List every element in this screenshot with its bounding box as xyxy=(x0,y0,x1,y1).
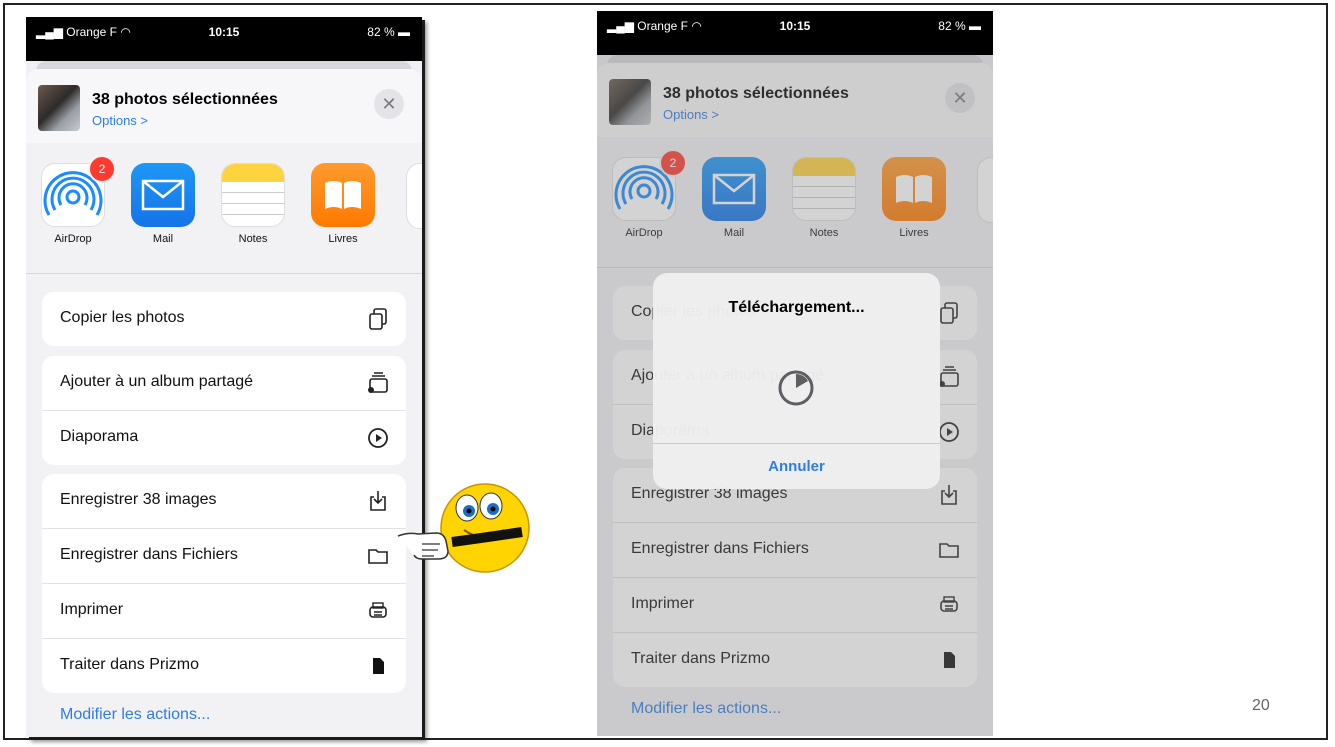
printer-icon xyxy=(369,602,387,618)
action-label: Enregistrer 38 images xyxy=(60,491,217,508)
folder-icon xyxy=(368,549,388,564)
download-alert: Téléchargement... Annuler xyxy=(653,273,940,489)
notes-icon xyxy=(221,163,285,227)
print-action[interactable]: Imprimer xyxy=(42,584,406,639)
action-group-2: Ajouter à un album partagé Diaporama xyxy=(42,356,406,465)
app-label: Livres xyxy=(328,233,358,245)
phone-screenshot-downloading: ▂▄▆ Orange F ◠ 10:15 82 % ▬ 38 photos sé… xyxy=(597,11,993,736)
status-bar: ▂▄▆ Orange F ◠ 10:15 82 % ▬ xyxy=(597,11,993,55)
more-app-partial[interactable] xyxy=(406,163,422,229)
slideshow-action[interactable]: Diaporama xyxy=(42,411,406,465)
status-time: 10:15 xyxy=(208,25,240,39)
slide-page-number: 20 xyxy=(1252,697,1270,714)
alert-title: Téléchargement... xyxy=(728,299,865,316)
pointing-smiley-icon xyxy=(397,483,530,573)
app-label: AirDrop xyxy=(54,233,92,245)
photo-thumbnail xyxy=(38,85,80,131)
save-icon xyxy=(370,491,386,511)
action-label: Copier les photos xyxy=(60,309,185,326)
app-mail[interactable]: Mail xyxy=(130,163,196,245)
books-icon xyxy=(311,163,375,227)
app-label: Notes xyxy=(238,233,268,245)
battery-label: 82 % ▬ xyxy=(938,19,981,33)
play-icon xyxy=(368,428,388,448)
app-airdrop[interactable]: 2 AirDrop xyxy=(40,155,116,245)
progress-pie-icon xyxy=(778,370,814,406)
share-sheet: 38 photos sélectionnées Options > ✕ 2 Ai… xyxy=(26,69,422,737)
app-label: Mail xyxy=(152,233,174,245)
copy-photos-action[interactable]: Copier les photos xyxy=(42,292,406,346)
share-sheet-header: 38 photos sélectionnées Options > ✕ xyxy=(26,69,422,144)
save-to-files-action[interactable]: Enregistrer dans Fichiers xyxy=(42,529,406,584)
phone-screenshot-share-sheet: ▂▄▆ Orange F ◠ 10:15 82 % ▬ 38 photos sé… xyxy=(26,17,422,737)
alert-divider xyxy=(653,443,940,444)
document-icon xyxy=(373,658,384,674)
add-shared-album-action[interactable]: Ajouter à un album partagé xyxy=(42,356,406,411)
app-books[interactable]: Livres xyxy=(310,163,376,245)
copy-icon xyxy=(369,308,387,330)
shared-album-icon xyxy=(368,372,388,393)
action-group-3: Enregistrer 38 images Enregistrer dans F… xyxy=(42,474,406,693)
action-label: Ajouter à un album partagé xyxy=(60,373,254,390)
close-icon[interactable]: ✕ xyxy=(374,89,404,119)
battery-label: 82 % ▬ xyxy=(367,25,410,39)
app-notes[interactable]: Notes xyxy=(220,163,286,245)
sheet-title: 38 photos sélectionnées xyxy=(92,91,278,108)
action-label: Diaporama xyxy=(60,428,139,445)
action-label: Enregistrer dans Fichiers xyxy=(60,546,238,563)
app-row: 2 AirDrop Mail Notes Livres xyxy=(26,143,422,274)
cancel-button[interactable]: Annuler xyxy=(653,458,940,475)
mail-icon xyxy=(131,163,195,227)
status-time: 10:15 xyxy=(779,19,811,33)
prizmo-action[interactable]: Traiter dans Prizmo xyxy=(42,639,406,693)
action-label: Traiter dans Prizmo xyxy=(60,656,199,673)
options-link[interactable]: Options > xyxy=(92,113,148,128)
notification-badge: 2 xyxy=(88,155,116,183)
modify-actions-link[interactable]: Modifier les actions... xyxy=(60,706,210,724)
status-bar: ▂▄▆ Orange F ◠ 10:15 82 % ▬ xyxy=(26,17,422,61)
action-label: Imprimer xyxy=(60,601,124,618)
action-group-1: Copier les photos xyxy=(42,292,406,346)
save-images-action[interactable]: Enregistrer 38 images xyxy=(42,474,406,529)
